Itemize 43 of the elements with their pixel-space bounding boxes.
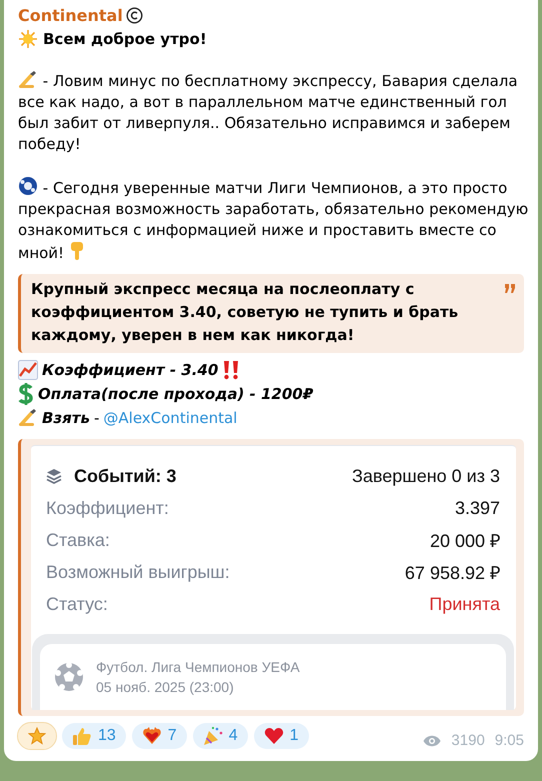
field-value: 3.397 (454, 498, 500, 518)
dollar-icon (18, 383, 34, 405)
flaming-heart-icon (142, 726, 162, 746)
username-link[interactable]: @AlexContinental (103, 409, 238, 427)
view-count: 3190 (451, 732, 485, 749)
match-date: 05 нояб. 2025 (23:00) (96, 679, 235, 695)
tournament-text: Футбол. Лига Чемпионов УЕФА (96, 659, 300, 675)
reaction-button[interactable]: 4 (192, 723, 248, 749)
info-line: Коэффициент - 3.40 (42, 361, 218, 379)
screenshot-preview[interactable]: Событий: 3 Завершено 0 из 3 Коэффициент: 3.397 Ставка: 20 000 ₽ Возможный выигрыш: 67 958.92 ₽ Статус: Принята Футбол. Лига Чемпионов УЕФА 05 нояб. 2025 (23:00) (18, 439, 524, 716)
dash-text: - (94, 409, 100, 427)
chart-icon (18, 360, 38, 380)
channel-name[interactable]: Continental (18, 6, 123, 24)
party-popper-icon (202, 726, 223, 746)
message-paragraph: - Сегодня уверенные матчи Лиги Чемпионов, а это просто прекрасная возможность заработать, обязательно рекомендую ознакомиться с информацией ниже и проставить вместе со мной! (18, 176, 530, 264)
field-label: Статус: (46, 594, 108, 614)
star-icon (28, 727, 46, 745)
field-label: Коэффициент: (46, 498, 169, 518)
football-icon (54, 662, 84, 692)
greeting-text: Всем доброе утро! (43, 30, 207, 48)
layers-icon (46, 468, 62, 484)
info-line: Оплата(после прохода) - 1200₽ (38, 385, 314, 403)
message-time: 9:05 (494, 732, 524, 749)
quote-text: Крупный экспресс месяца на послеоплату с коэффициентом 3.40, советую не тупить и брать каждому, уверен в нем как никогда! (31, 279, 460, 346)
quote-icon (504, 284, 516, 293)
thumbs-up-icon (72, 726, 92, 746)
reaction-button[interactable]: 7 (132, 723, 187, 749)
reaction-button[interactable]: 1 (254, 723, 309, 749)
field-value: Принята (429, 594, 500, 614)
heart-icon (264, 727, 284, 745)
field-value: 20 000 ₽ (430, 530, 500, 552)
message-paragraph: - Ловим минус по бесплатному экспрессу, Бавария сделала все как надо, а вот в параллельном матче единственный гол был забит от ливерпуля.. Обязательно исправимся и заберем победу! (18, 71, 519, 155)
field-label: Ставка: (46, 530, 110, 550)
field-value: 67 958.92 ₽ (404, 562, 500, 584)
reaction-button[interactable]: 13 (62, 723, 126, 749)
reaction-button[interactable] (18, 723, 56, 749)
events-count: Событий: 3 (74, 466, 176, 486)
copyright-icon (126, 6, 143, 24)
progress-text: Завершено 0 из 3 (352, 466, 500, 486)
action-label: Взять (42, 409, 90, 427)
sun-icon (18, 29, 38, 49)
eye-icon (423, 734, 442, 746)
field-label: Возможный выигрыш: (46, 562, 230, 582)
